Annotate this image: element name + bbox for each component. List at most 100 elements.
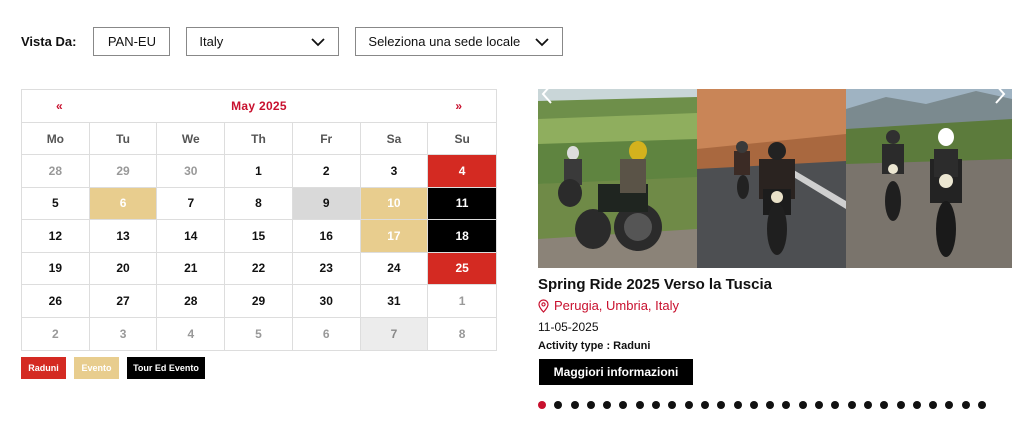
weekday-header: Fr: [292, 123, 361, 155]
carousel-dot[interactable]: [554, 401, 563, 409]
previous-month-button[interactable]: «: [56, 99, 63, 113]
event-activity-type: Activity type : Raduni: [538, 340, 651, 352]
calendar-day[interactable]: 4: [428, 155, 496, 188]
calendar-day[interactable]: 16: [292, 220, 361, 253]
carousel-dot[interactable]: [912, 401, 921, 409]
carousel-dot[interactable]: [586, 401, 595, 409]
carousel-dot[interactable]: [945, 401, 954, 409]
calendar-day[interactable]: 24: [360, 252, 429, 285]
chevron-down-icon: [311, 37, 326, 46]
carousel-dot[interactable]: [798, 401, 807, 409]
next-month-button[interactable]: »: [455, 99, 462, 113]
calendar-day[interactable]: 1: [428, 285, 496, 318]
calendar-day[interactable]: 3: [90, 317, 158, 350]
carousel-dot[interactable]: [668, 401, 677, 409]
calendar-day[interactable]: 28: [157, 285, 226, 318]
carousel-prev-button[interactable]: [541, 83, 553, 110]
region-value: PAN-EU: [107, 34, 156, 49]
carousel-dot[interactable]: [619, 401, 628, 409]
calendar-day[interactable]: 26: [22, 285, 90, 318]
calendar-month-title: May 2025: [231, 99, 287, 113]
calendar-day[interactable]: 1: [225, 155, 293, 188]
carousel-dot[interactable]: [570, 401, 579, 409]
calendar-day[interactable]: 21: [157, 252, 226, 285]
weekday-header: Sa: [360, 123, 429, 155]
calendar-day[interactable]: 22: [225, 252, 293, 285]
calendar-day[interactable]: 4: [157, 317, 226, 350]
carousel-dot[interactable]: [782, 401, 791, 409]
carousel-dot[interactable]: [961, 401, 970, 409]
calendar-day[interactable]: 31: [360, 285, 429, 318]
calendar-day[interactable]: 30: [292, 285, 361, 318]
carousel-dot[interactable]: [717, 401, 726, 409]
carousel-dot[interactable]: [847, 401, 856, 409]
chevron-down-icon: [535, 37, 550, 46]
calendar-day[interactable]: 7: [157, 187, 226, 220]
carousel-dot[interactable]: [700, 401, 709, 409]
carousel-dot[interactable]: [880, 401, 889, 409]
calendar-day[interactable]: 15: [225, 220, 293, 253]
more-info-button[interactable]: Maggiori informazioni: [539, 359, 693, 385]
calendar-day[interactable]: 2: [22, 317, 90, 350]
calendar-day[interactable]: 19: [22, 252, 90, 285]
country-select[interactable]: Italy: [186, 27, 340, 56]
map-pin-icon: [538, 298, 549, 313]
carousel-dot[interactable]: [978, 401, 987, 409]
calendar-day[interactable]: 11: [428, 187, 496, 220]
carousel-dot[interactable]: [733, 401, 742, 409]
calendar-day[interactable]: 10: [360, 187, 429, 220]
calendar-day[interactable]: 3: [360, 155, 429, 188]
calendar-day[interactable]: 12: [22, 220, 90, 253]
event-photo-countryside: [538, 89, 697, 268]
calendar-day[interactable]: 28: [22, 155, 90, 188]
legend-raduni: Raduni: [21, 357, 66, 379]
carousel-dot[interactable]: [684, 401, 693, 409]
location-filters: Vista Da: PAN-EU Italy Seleziona una sed…: [21, 27, 564, 56]
event-calendar: « May 2025 » Mo Tu We Th Fr Sa Su 28 29 30 1 2 3 4 5 6 7…: [21, 89, 497, 351]
calendar-day[interactable]: 2: [292, 155, 361, 188]
chevron-right-icon: [995, 84, 1006, 104]
weekday-header: Su: [428, 123, 496, 155]
calendar-day[interactable]: 25: [428, 252, 496, 285]
region-selector[interactable]: PAN-EU: [93, 27, 171, 56]
carousel-dot[interactable]: [831, 401, 840, 409]
event-image-carousel[interactable]: [538, 89, 1012, 268]
weekday-header: Th: [225, 123, 293, 155]
calendar-day[interactable]: 20: [89, 252, 158, 285]
event-title: Spring Ride 2025 Verso la Tuscia: [538, 276, 772, 293]
carousel-dot[interactable]: [815, 401, 824, 409]
calendar-day[interactable]: 13: [89, 220, 158, 253]
local-branch-select[interactable]: Seleziona una sede locale: [355, 27, 564, 56]
carousel-dot[interactable]: [538, 401, 546, 409]
carousel-dot[interactable]: [929, 401, 938, 409]
carousel-dot[interactable]: [749, 401, 758, 409]
calendar-day[interactable]: 5: [225, 317, 293, 350]
carousel-dot[interactable]: [863, 401, 872, 409]
calendar-day[interactable]: 8: [428, 318, 496, 351]
weekday-header: Mo: [22, 123, 90, 155]
carousel-dot[interactable]: [896, 401, 905, 409]
calendar-day[interactable]: 6: [89, 187, 158, 220]
calendar-day[interactable]: 9: [292, 187, 361, 220]
carousel-dot[interactable]: [766, 401, 775, 409]
calendar-day[interactable]: 29: [225, 285, 293, 318]
calendar-day[interactable]: 5: [22, 187, 90, 220]
calendar-day[interactable]: 27: [89, 285, 158, 318]
calendar-day[interactable]: 18: [428, 220, 496, 253]
carousel-dot[interactable]: [603, 401, 612, 409]
calendar-day[interactable]: 30: [157, 155, 226, 188]
calendar-day[interactable]: 14: [157, 220, 226, 253]
calendar-day[interactable]: 23: [292, 252, 361, 285]
event-location-text[interactable]: Perugia, Umbria, Italy: [554, 298, 679, 313]
carousel-dot[interactable]: [635, 401, 644, 409]
calendar-day[interactable]: 6: [293, 317, 361, 350]
event-photo-highway: [846, 89, 1012, 268]
calendar-day[interactable]: 7: [360, 317, 429, 350]
calendar-day[interactable]: 29: [89, 155, 158, 188]
vista-da-label: Vista Da:: [21, 34, 77, 49]
calendar-day[interactable]: 17: [360, 220, 429, 253]
country-value: Italy: [199, 34, 224, 49]
carousel-dot[interactable]: [652, 401, 661, 409]
carousel-next-button[interactable]: [994, 83, 1006, 110]
calendar-day[interactable]: 8: [225, 187, 293, 220]
